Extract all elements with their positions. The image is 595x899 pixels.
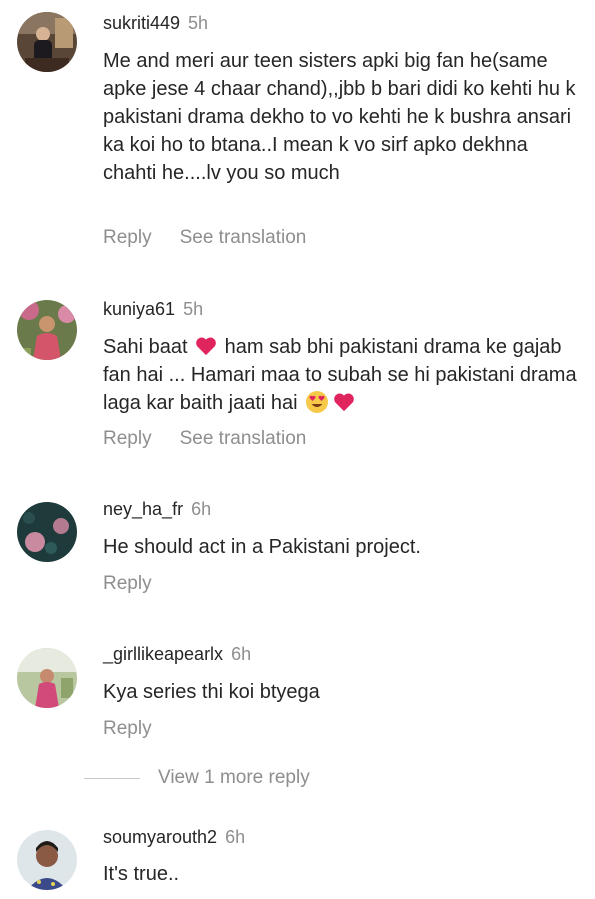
username[interactable]: sukriti449 [103,13,180,33]
red-heart-icon [333,392,355,412]
view-more-replies[interactable]: View 1 more reply [84,766,310,790]
comment-text: Me and meri aur teen sisters apki big fa… [103,50,576,184]
timestamp: 6h [191,499,212,519]
comment-text: Sahi baat ham sab bhi pakistani drama ke… [103,333,585,417]
divider-line [84,777,140,779]
timestamp: 5h [183,299,204,319]
reply-button[interactable]: Reply [103,573,152,594]
timestamp: 6h [225,827,246,847]
username[interactable]: kuniya61 [103,299,175,319]
comment-text: Kya series thi koi btyega [103,681,320,703]
username[interactable]: soumyarouth2 [103,827,217,847]
reply-button[interactable]: Reply [103,227,152,248]
username[interactable]: _girllikeapearlx [103,644,223,664]
avatar[interactable] [17,12,77,72]
avatar[interactable] [17,830,77,890]
avatar[interactable] [17,648,77,708]
avatar[interactable] [17,502,77,562]
avatar[interactable] [17,300,77,360]
reply-button[interactable]: Reply [103,718,152,739]
timestamp: 6h [231,644,252,664]
comment-text: He should act in a Pakistani project. [103,536,421,558]
comment-text: It's true.. [103,863,180,885]
comment-text-part: Sahi baat [103,336,188,358]
timestamp: 5h [188,13,209,33]
view-more-replies-label[interactable]: View 1 more reply [158,766,310,790]
see-translation-button[interactable]: See translation [180,227,307,248]
heart-eyes-icon [305,390,329,414]
reply-button[interactable]: Reply [103,428,152,449]
see-translation-button[interactable]: See translation [180,428,307,449]
red-heart-icon [195,336,217,356]
username[interactable]: ney_ha_fr [103,499,183,519]
